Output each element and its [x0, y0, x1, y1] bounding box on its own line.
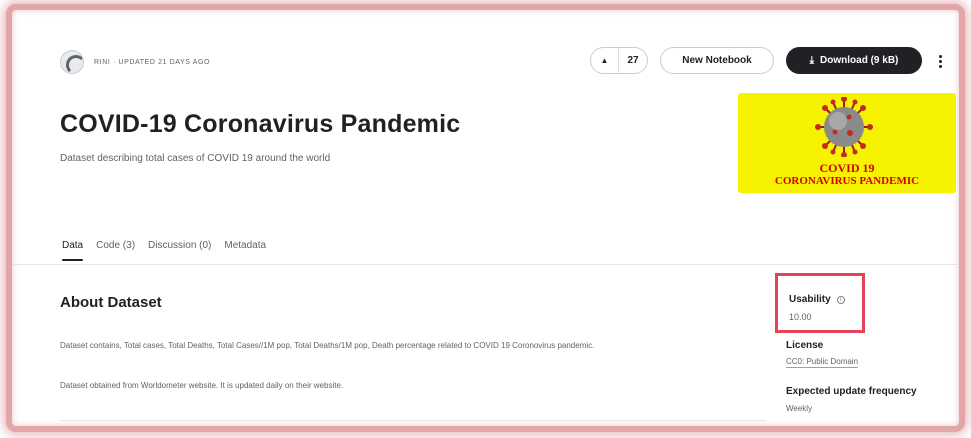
- about-description: Dataset contains, Total cases, Total Dea…: [60, 341, 595, 350]
- new-notebook-button[interactable]: New Notebook: [660, 47, 774, 74]
- owner-info: RINI · UPDATED 21 DAYS AGO: [60, 50, 210, 74]
- usability-label: Usability: [789, 294, 831, 305]
- about-dataset-heading: About Dataset: [60, 294, 162, 311]
- usability-label-row: Usability i: [789, 294, 845, 305]
- download-button[interactable]: ⤓ Download (9 kB): [786, 47, 922, 74]
- avatar[interactable]: [60, 50, 84, 74]
- tab-metadata[interactable]: Metadata: [224, 240, 266, 261]
- usability-value: 10.00: [789, 312, 812, 322]
- tab-data[interactable]: Data: [62, 240, 84, 261]
- dataset-tabs: Data Code (3) Discussion (0) Metadata: [62, 240, 266, 261]
- tab-discussion[interactable]: Discussion (0): [148, 240, 211, 261]
- banner-title: COVID 19: [819, 161, 875, 175]
- about-divider: [60, 420, 766, 421]
- upvote-button[interactable]: ▲ 27: [590, 47, 648, 74]
- screenshot-frame: RINI · UPDATED 21 DAYS AGO ▲ 27 New Note…: [6, 4, 965, 432]
- owner-updated-text: RINI · UPDATED 21 DAYS AGO: [94, 58, 211, 66]
- dataset-cover-image: COVID 19 CORONAVIRUS PANDEMIC: [738, 93, 956, 193]
- license-link[interactable]: CC0: Public Domain: [786, 357, 859, 368]
- page-title: COVID-19 Coronavirus Pandemic: [60, 110, 461, 138]
- usability-highlight: Usability i 10.00: [775, 273, 865, 333]
- download-label: Download (9 kB): [820, 55, 899, 66]
- license-label: License: [786, 340, 824, 351]
- download-icon: ⤓: [809, 55, 815, 66]
- update-frequency-value: Weekly: [786, 404, 813, 413]
- tabs-divider: [12, 264, 959, 265]
- dataset-page: RINI · UPDATED 21 DAYS AGO ▲ 27 New Note…: [12, 10, 959, 426]
- update-frequency-label: Expected update frequency: [786, 386, 917, 397]
- more-vertical-icon[interactable]: [934, 50, 946, 72]
- coronavirus-icon: [815, 97, 873, 157]
- banner-subtitle: CORONAVIRUS PANDEMIC: [774, 175, 920, 187]
- about-source: Dataset obtained from Worldometer websit…: [60, 381, 344, 390]
- tab-code[interactable]: Code (3): [96, 240, 135, 261]
- page-subtitle: Dataset describing total cases of COVID …: [60, 153, 331, 164]
- info-icon[interactable]: i: [836, 295, 845, 304]
- caret-up-icon: ▲: [591, 48, 619, 73]
- vote-count: 27: [627, 55, 639, 66]
